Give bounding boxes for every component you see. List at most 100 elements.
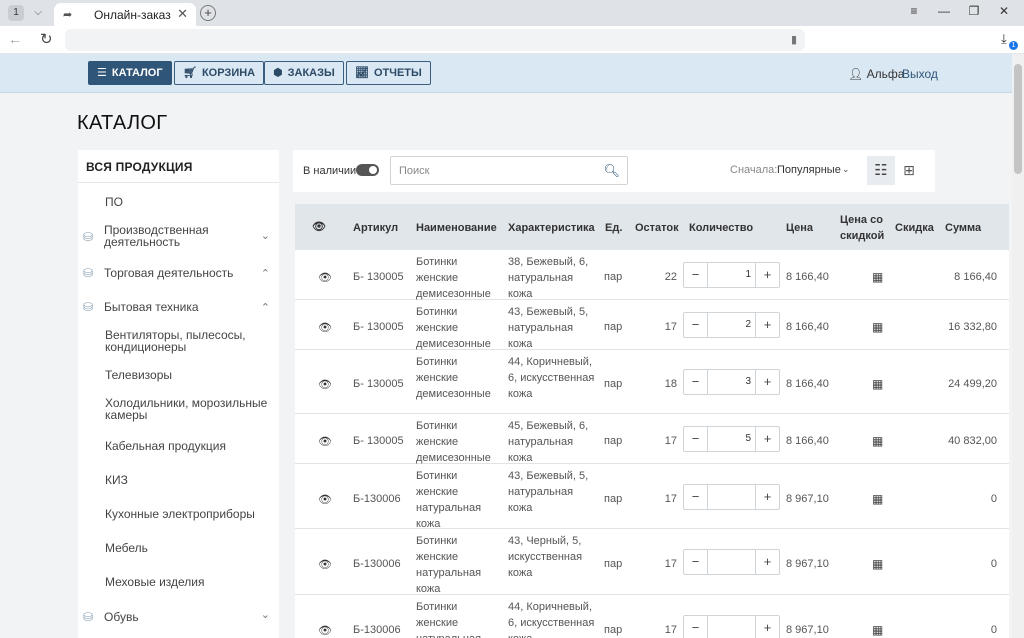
increment-button[interactable]: +: [755, 263, 779, 287]
cell-unit: пар: [604, 378, 623, 390]
restore-icon[interactable]: ❐: [964, 4, 984, 18]
eye-icon[interactable]: 👁︎: [318, 492, 332, 508]
calculator-icon[interactable]: ▦: [872, 491, 883, 507]
col-stock[interactable]: Остаток: [635, 220, 679, 236]
search-icon[interactable]: 🔍︎: [603, 163, 620, 179]
increment-button[interactable]: +: [755, 313, 779, 337]
table-header: 👁︎ Артикул Наименование Характеристика Е…: [295, 204, 1009, 250]
decrement-button[interactable]: −: [684, 263, 708, 287]
increment-button[interactable]: +: [755, 550, 779, 574]
sidebar-item-manufacturing[interactable]: ⛁ Производственная деятельность ⌄: [78, 224, 279, 250]
quantity-input[interactable]: 3: [709, 370, 754, 394]
increment-button[interactable]: +: [755, 485, 779, 509]
site-favicon-icon: ➦: [63, 9, 73, 21]
logout-link[interactable]: Выход: [902, 67, 938, 81]
eye-icon[interactable]: 👁︎: [318, 623, 332, 638]
quantity-stepper: −1 +: [683, 262, 780, 288]
folder-icon: ⛁: [83, 610, 94, 624]
in-stock-toggle[interactable]: [356, 164, 379, 176]
chevron-up-icon[interactable]: ⌃: [261, 301, 270, 314]
col-name[interactable]: Наименование: [416, 220, 497, 236]
col-discount-price[interactable]: Цена со скидкой: [840, 212, 886, 244]
nav-orders-button[interactable]: ⬢ ЗАКАЗЫ: [264, 61, 344, 85]
browser-tabbar: 1 ⌵ ➦ Онлайн-заказ ✕ + ≡ — ❐ ✕: [0, 0, 1024, 26]
tab-list-chevron-icon[interactable]: ⌵: [30, 5, 46, 21]
cell-price: 8 967,10: [786, 558, 829, 570]
col-quantity[interactable]: Количество: [689, 220, 753, 236]
eye-icon[interactable]: 👁︎: [318, 377, 332, 393]
cell-name: Ботинки женские демисезонные: [416, 356, 491, 400]
eye-icon[interactable]: 👁︎: [318, 557, 332, 573]
download-icon[interactable]: ⤓: [1001, 31, 1007, 47]
grid-view-icon[interactable]: ⊞: [899, 156, 919, 185]
cell-stock: 17: [664, 624, 677, 636]
col-sum[interactable]: Сумма: [945, 220, 981, 236]
quantity-input[interactable]: [709, 485, 754, 509]
tab-close-icon[interactable]: ✕: [177, 6, 188, 22]
eye-icon[interactable]: 👁︎: [318, 270, 332, 286]
calculator-icon[interactable]: ▦: [872, 269, 883, 285]
page-scrollbar[interactable]: [1012, 54, 1024, 638]
in-stock-label: В наличии: [303, 165, 357, 177]
calculator-icon[interactable]: ▦: [872, 433, 883, 449]
search-box: 🔍︎: [390, 156, 628, 185]
tab-count-badge[interactable]: 1: [8, 5, 24, 21]
chevron-down-icon[interactable]: ⌄: [842, 164, 850, 175]
calculator-icon[interactable]: ▦: [872, 556, 883, 572]
cell-unit: пар: [604, 624, 623, 636]
decrement-button[interactable]: −: [684, 485, 708, 509]
table-row: 👁︎ Б-130006 Ботинки женские натуральная ко…: [295, 529, 1009, 595]
nav-reports-button[interactable]: 📈︎ ОТЧЕТЫ: [346, 61, 431, 85]
eye-icon[interactable]: 👁︎: [318, 434, 332, 450]
cell-price: 8 166,40: [786, 271, 829, 283]
decrement-button[interactable]: −: [684, 616, 708, 638]
quantity-input[interactable]: [709, 616, 754, 638]
sidebar-heading-all-products[interactable]: ВСЯ ПРОДУКЦИЯ: [78, 150, 279, 183]
col-unit[interactable]: Ед.: [605, 220, 622, 236]
cell-article: Б- 130005: [353, 321, 404, 333]
user-menu[interactable]: 👤︎ Альфа: [848, 67, 904, 81]
sort-select[interactable]: Популярные: [777, 164, 841, 176]
window-close-icon[interactable]: ✕: [994, 4, 1014, 18]
chevron-down-icon[interactable]: ⌄: [261, 608, 270, 621]
list-view-icon[interactable]: ☷: [867, 156, 895, 185]
quantity-input[interactable]: 2: [709, 313, 754, 337]
nav-catalog-button[interactable]: ☰ КАТАЛОГ: [88, 61, 172, 85]
col-article[interactable]: Артикул: [353, 220, 398, 236]
col-price[interactable]: Цена: [786, 220, 813, 236]
col-discount[interactable]: Скидка: [895, 220, 934, 236]
browser-tab[interactable]: ➦ Онлайн-заказ ✕: [54, 3, 196, 26]
increment-button[interactable]: +: [755, 616, 779, 638]
nav-cart-button[interactable]: 🛒︎ КОРЗИНА: [174, 61, 265, 85]
calculator-icon[interactable]: ▦: [872, 319, 883, 335]
col-spec[interactable]: Характеристика: [508, 220, 595, 236]
new-tab-button[interactable]: +: [200, 5, 216, 21]
reload-icon[interactable]: ↻: [40, 30, 53, 48]
chevron-down-icon[interactable]: ⌄: [261, 229, 270, 242]
page-title: КАТАЛОГ: [77, 112, 168, 134]
cell-stock: 17: [664, 493, 677, 505]
calculator-icon[interactable]: ▦: [872, 376, 883, 392]
quantity-input[interactable]: [709, 550, 754, 574]
cell-sum: 40 832,00: [948, 435, 997, 447]
decrement-button[interactable]: −: [684, 550, 708, 574]
decrement-button[interactable]: −: [684, 313, 708, 337]
address-input[interactable]: ▮: [65, 29, 805, 51]
bookmark-icon[interactable]: ▮: [791, 33, 797, 46]
quantity-input[interactable]: 1: [709, 263, 754, 287]
decrement-button[interactable]: −: [684, 370, 708, 394]
search-input[interactable]: [391, 157, 596, 184]
back-arrow-icon[interactable]: ←: [8, 31, 22, 47]
minimize-icon[interactable]: —: [934, 4, 954, 18]
eye-icon[interactable]: 👁︎: [318, 320, 332, 336]
scrollbar-thumb[interactable]: [1014, 64, 1022, 174]
cell-sum: 24 499,20: [948, 378, 997, 390]
browser-menu-icon[interactable]: ≡: [904, 4, 924, 18]
chevron-up-icon[interactable]: ⌃: [261, 267, 270, 280]
calculator-icon[interactable]: ▦: [872, 622, 883, 638]
increment-button[interactable]: +: [755, 427, 779, 451]
decrement-button[interactable]: −: [684, 427, 708, 451]
table-row: 👁︎ Б-130006 Ботинки женские натуральная ко…: [295, 595, 1009, 638]
quantity-input[interactable]: 5: [709, 427, 754, 451]
increment-button[interactable]: +: [755, 370, 779, 394]
